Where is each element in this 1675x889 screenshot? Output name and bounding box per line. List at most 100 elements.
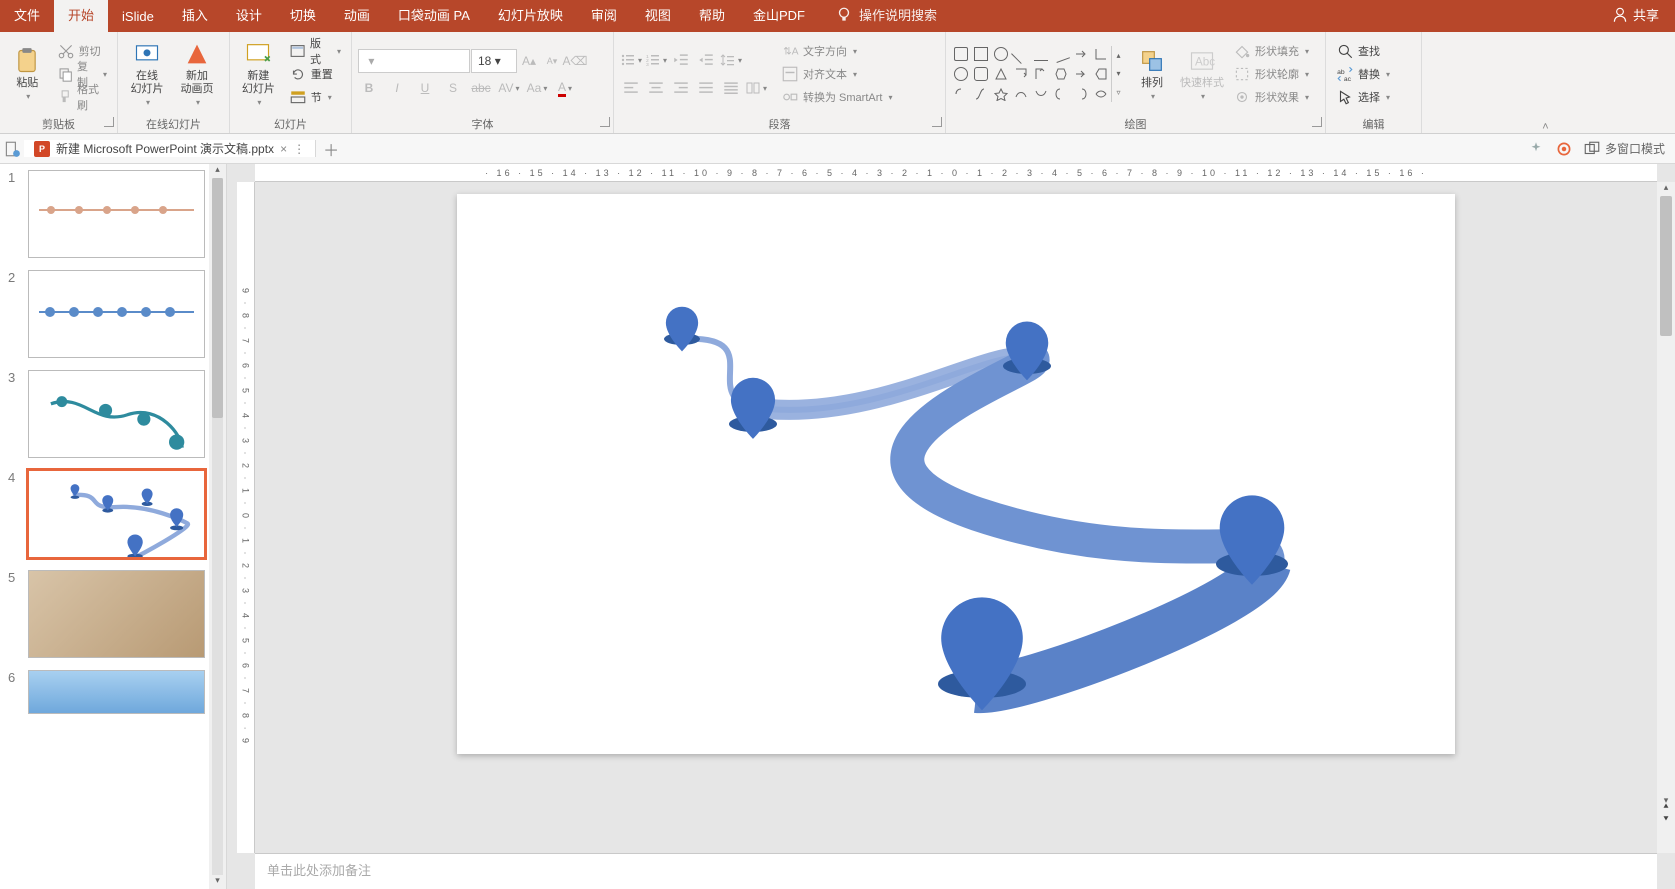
tab-menu-button[interactable]: ⋮ [293, 142, 305, 156]
share-button[interactable]: 共享 [1595, 5, 1675, 32]
text-direction-button[interactable]: ⇅A文字方向 [777, 40, 896, 62]
layout-button[interactable]: 版式 [285, 40, 345, 62]
tab-animations[interactable]: 动画 [330, 0, 384, 32]
format-painter-button[interactable]: 格式刷 [53, 86, 111, 108]
bold-button[interactable]: B [358, 77, 380, 99]
tab-transitions[interactable]: 切换 [276, 0, 330, 32]
bullets-button[interactable] [620, 49, 642, 71]
columns-button[interactable] [745, 77, 767, 99]
magic-button[interactable] [1527, 140, 1545, 158]
tab-wpspdf[interactable]: 金山PDF [739, 0, 819, 32]
canvas-vertical-scrollbar[interactable]: ▴ ▾ ⯅⯆ [1657, 182, 1675, 853]
justify-button[interactable] [695, 77, 717, 99]
scroll-down-icon[interactable]: ▾ [209, 875, 226, 889]
tell-me-search[interactable]: 操作说明搜索 [819, 5, 953, 32]
section-button[interactable]: 节 [285, 86, 345, 108]
line-spacing-button[interactable] [720, 49, 742, 71]
align-right-button[interactable] [670, 77, 692, 99]
tab-design[interactable]: 设计 [222, 0, 276, 32]
slide-thumbnail-4[interactable]: 4 [0, 464, 209, 564]
drawing-launcher[interactable] [1312, 117, 1322, 127]
arrange-button[interactable]: 排列 [1129, 36, 1175, 112]
tab-home[interactable]: 开始 [54, 0, 108, 32]
slide-thumbnail-6[interactable]: 6 [0, 664, 209, 720]
multi-window-button[interactable]: 多窗口模式 [1583, 140, 1665, 158]
increase-indent-button[interactable] [695, 49, 717, 71]
slide-thumbnail-3[interactable]: 3 [0, 364, 209, 464]
map-pin-4[interactable] [1207, 469, 1297, 574]
decrease-indent-button[interactable] [670, 49, 692, 71]
char-spacing-button[interactable]: AV [498, 77, 520, 99]
scrollbar-thumb[interactable] [212, 178, 223, 418]
tab-view[interactable]: 视图 [631, 0, 685, 32]
shapes-gallery-more[interactable]: ▴▾▿ [1111, 46, 1125, 102]
font-color-button[interactable]: A [554, 77, 576, 99]
new-anim-page-button[interactable]: 新加 动画页 [174, 36, 220, 112]
increase-font-button[interactable]: A▴ [518, 50, 540, 72]
map-pin-2[interactable] [722, 359, 784, 431]
slide-canvas[interactable] [457, 194, 1455, 754]
document-tab[interactable]: P 新建 Microsoft PowerPoint 演示文稿.pptx × ⋮ [24, 140, 316, 157]
new-slide-button[interactable]: 新建 幻灯片 [236, 36, 281, 112]
convert-smartart-button[interactable]: 转换为 SmartArt [777, 86, 896, 108]
quick-styles-button[interactable]: Abc 快速样式 [1179, 36, 1225, 112]
decrease-font-button[interactable]: A▾ [541, 50, 563, 72]
add-document-tab[interactable]: ＋ [316, 137, 346, 161]
clear-format-button[interactable]: A⌫ [564, 50, 586, 72]
thumbnail-scrollbar[interactable]: ▴ ▾ [209, 164, 226, 889]
strike-button[interactable]: abc [470, 77, 492, 99]
shapes-gallery[interactable]: ▴▾▿ [952, 45, 1125, 104]
shape-fill-button[interactable]: 形状填充 [1229, 40, 1313, 62]
online-slides-button[interactable]: 在线 幻灯片 [124, 36, 170, 112]
slide-canvas-viewport[interactable] [255, 182, 1657, 853]
slide-thumbnail-2[interactable]: 2 [0, 264, 209, 364]
map-pin-3[interactable] [997, 304, 1057, 374]
next-slide-button[interactable]: ⯆ [1662, 814, 1669, 825]
vertical-ruler[interactable]: 9 · 8 · 7 · 6 · 5 · 4 · 3 · 2 · 1 · 0 · … [237, 182, 255, 853]
numbering-button[interactable]: 123 [645, 49, 667, 71]
map-pin-5[interactable] [927, 564, 1037, 699]
paste-button[interactable]: 粘贴 [6, 36, 49, 112]
tab-pocket-anim[interactable]: 口袋动画 PA [384, 0, 484, 32]
font-name-combo[interactable]: ▾ [358, 49, 470, 73]
slide-thumbnail-1[interactable]: 1 [0, 164, 209, 264]
horizontal-ruler[interactable]: · 16 · 15 · 14 · 13 · 12 · 11 · 10 · 9 ·… [255, 164, 1657, 182]
tab-slideshow[interactable]: 幻灯片放映 [484, 0, 577, 32]
slide-roadmap-graphic[interactable] [457, 194, 1455, 754]
tab-file[interactable]: 文件 [0, 0, 54, 32]
underline-button[interactable]: U [414, 77, 436, 99]
settings-button[interactable] [1555, 140, 1573, 158]
tab-help[interactable]: 帮助 [685, 0, 739, 32]
tab-review[interactable]: 审阅 [577, 0, 631, 32]
shape-outline-button[interactable]: 形状轮廓 [1229, 63, 1313, 85]
align-center-button[interactable] [645, 77, 667, 99]
font-size-combo[interactable]: 18 ▾ [471, 49, 517, 73]
select-button[interactable]: 选择 [1332, 86, 1394, 108]
tab-islide[interactable]: iSlide [108, 2, 168, 32]
paragraph-launcher[interactable] [932, 117, 942, 127]
scroll-up-icon[interactable]: ▴ [209, 164, 226, 178]
doc-tab-context-button[interactable] [0, 138, 24, 160]
find-button[interactable]: 查找 [1332, 40, 1394, 62]
italic-button[interactable]: I [386, 77, 408, 99]
notes-pane[interactable]: 单击此处添加备注 [255, 853, 1657, 889]
font-launcher[interactable] [600, 117, 610, 127]
shadow-button[interactable]: S [442, 77, 464, 99]
tab-close-button[interactable]: × [280, 142, 287, 156]
tab-insert[interactable]: 插入 [168, 0, 222, 32]
reset-button[interactable]: 重置 [285, 63, 345, 85]
align-left-button[interactable] [620, 77, 642, 99]
change-case-button[interactable]: Aa [526, 77, 548, 99]
map-pin-1[interactable] [657, 289, 707, 344]
align-text-button[interactable]: 对齐文本 [777, 63, 896, 85]
slide-thumbnail-5[interactable]: 5 [0, 564, 209, 664]
prev-slide-button[interactable]: ⯅ [1662, 801, 1669, 812]
collapse-ribbon-button[interactable]: ˄ [1422, 116, 1669, 138]
scroll-up-icon[interactable]: ▴ [1657, 182, 1675, 196]
distribute-button[interactable] [720, 77, 742, 99]
scrollbar-thumb[interactable] [1660, 196, 1672, 336]
clipboard-launcher[interactable] [104, 117, 114, 127]
replace-button[interactable]: abac替换 [1332, 63, 1394, 85]
shape-effects-button[interactable]: 形状效果 [1229, 86, 1313, 108]
powerpoint-icon: P [34, 141, 50, 157]
